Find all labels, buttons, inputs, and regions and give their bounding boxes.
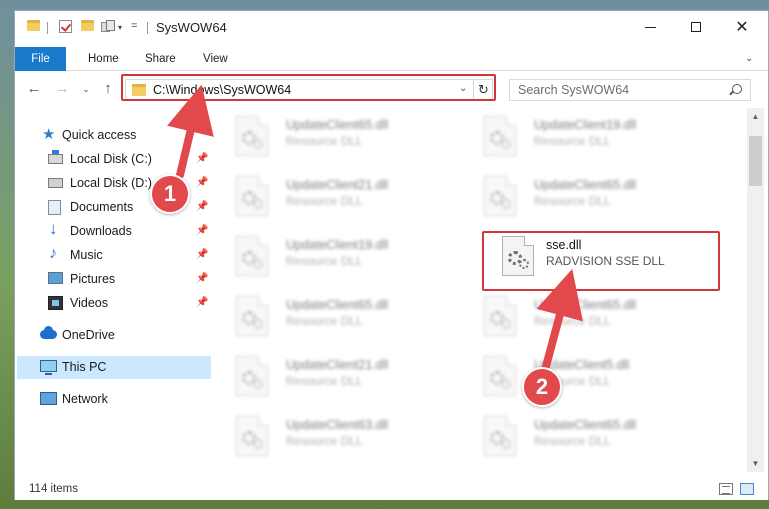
local-disk-icon [48,150,63,164]
minimize-icon [644,26,656,28]
list-item[interactable]: UpdateClient21.dll Resource DLL [214,170,444,222]
list-item[interactable]: UpdateClient65.dll Resource DLL [214,290,444,342]
sidebar-item-local-disk-c[interactable]: Local Disk (C:) 📌 [48,148,212,170]
pin-icon: 📌 [196,273,209,284]
dll-file-icon [236,236,268,276]
status-bar: 114 items [15,479,768,500]
title-bar: ▾ = SysWOW64 ✕ [15,11,768,46]
videos-icon [48,296,63,310]
sidebar-item-this-pc[interactable]: This PC [40,356,200,378]
documents-icon [48,200,61,215]
maximize-button[interactable] [673,11,719,43]
sidebar-item-videos[interactable]: Videos 📌 [48,292,212,314]
tab-file[interactable]: File [15,47,66,71]
dll-file-icon [484,116,516,156]
maximize-icon [691,22,701,32]
properties-check-icon[interactable] [59,20,72,33]
tab-share[interactable]: Share [135,47,186,71]
dll-file-icon [484,296,516,336]
back-button[interactable]: ← [25,80,43,98]
search-placeholder: Search SysWOW64 [518,83,630,97]
separator [147,22,148,34]
music-icon [48,243,64,265]
scroll-thumb[interactable] [749,136,762,186]
vertical-scrollbar[interactable]: ▲ ▼ [747,108,764,472]
pin-icon: 📌 [196,297,209,308]
customize-qa-icon[interactable]: = [131,20,137,36]
dll-file-icon [236,296,268,336]
this-pc-icon [40,360,57,375]
sidebar-item-music[interactable]: Music 📌 [48,243,212,266]
list-item[interactable]: UpdateClient65.dll Resource DLL [214,110,444,162]
dll-file-icon [484,356,516,396]
pin-icon: 📌 [196,201,209,212]
search-input[interactable]: Search SysWOW64 [509,79,751,101]
list-item[interactable]: UpdateClient19.dll Resource DLL [214,230,444,282]
dll-file-icon [236,116,268,156]
list-item[interactable]: UpdateClient19.dll Resource DLL [462,110,692,162]
scroll-down-icon[interactable]: ▼ [747,455,764,472]
tab-view[interactable]: View [193,47,238,71]
list-item[interactable]: UpdateClient65.dll Resource DLL [462,170,692,222]
network-icon [40,392,57,405]
list-item[interactable]: UpdateClient65.dll Resource DLL [462,410,692,462]
large-icons-view-icon[interactable] [740,483,754,495]
minimize-button[interactable] [627,11,673,43]
sidebar-item-pictures[interactable]: Pictures 📌 [48,268,212,290]
recent-locations-icon[interactable]: ⌄ [77,80,95,98]
pin-icon: 📌 [196,249,209,260]
close-button[interactable]: ✕ [719,11,765,43]
list-item[interactable]: UpdateClient63.dll Resource DLL [214,410,444,462]
step-1-badge: 1 [150,174,190,214]
dll-file-icon [236,356,268,396]
new-folder-icon[interactable] [81,20,94,31]
dll-file-icon [484,416,516,456]
address-bar-highlight [121,74,496,101]
close-icon: ✕ [735,19,749,36]
search-icon [732,84,742,94]
properties-icon[interactable] [101,20,115,32]
pin-icon: 📌 [196,153,209,164]
pictures-icon [48,272,63,284]
sse-dll-highlight [482,231,720,291]
sidebar-item-quick-access[interactable]: Quick access [42,124,202,146]
onedrive-icon [40,326,57,339]
list-item[interactable]: UpdateClient65.dll Resource DLL [462,290,692,342]
item-count: 114 items [29,483,79,495]
scroll-up-icon[interactable]: ▲ [747,108,764,125]
folder-icon [27,20,40,31]
dll-file-icon [484,176,516,216]
list-item[interactable]: UpdateClient5.dll Resource DLL [462,350,692,402]
qa-dropdown-arrow-icon[interactable]: ▾ [118,23,122,39]
local-disk-icon [48,178,63,188]
separator [47,22,48,34]
details-view-icon[interactable] [719,483,733,495]
window-title: SysWOW64 [156,20,227,35]
dll-file-icon [236,176,268,216]
pin-icon: 📌 [196,177,209,188]
up-button[interactable]: ↑ [99,80,117,98]
list-item[interactable]: UpdateClient21.dll Resource DLL [214,350,444,402]
downloads-icon [48,218,64,240]
sidebar-item-downloads[interactable]: Downloads 📌 [48,218,212,242]
forward-button[interactable]: → [53,80,71,98]
step-2-badge: 2 [522,367,562,407]
ribbon: File Home Share View ⌄ [15,47,768,71]
tab-home[interactable]: Home [78,47,129,71]
sidebar-item-onedrive[interactable]: OneDrive [40,324,200,346]
star-icon [42,124,58,146]
expand-ribbon-icon[interactable]: ⌄ [735,47,763,71]
sidebar-item-network[interactable]: Network [40,388,200,410]
navigation-pane: Quick access Local Disk (C:) 📌 Local Dis… [15,108,211,468]
dll-file-icon [236,416,268,456]
pin-icon: 📌 [196,225,209,236]
